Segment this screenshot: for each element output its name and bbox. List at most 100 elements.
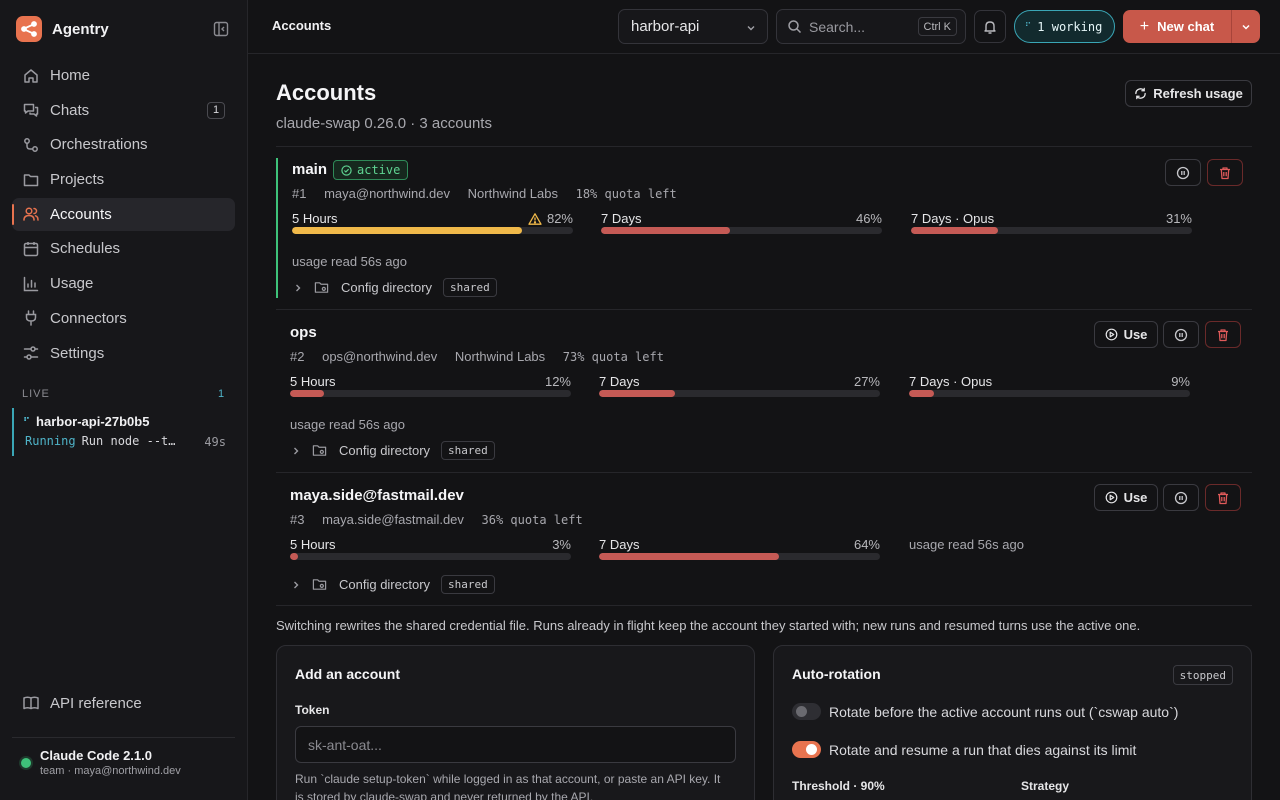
client-version: Claude Code 2.1.0	[40, 748, 152, 763]
token-label: Token	[295, 703, 330, 717]
sidebar-item-accounts[interactable]: Accounts	[12, 197, 235, 231]
new-chat-dropdown-button[interactable]	[1231, 10, 1260, 43]
search-icon	[787, 19, 802, 34]
sidebar-item-label: Usage	[50, 275, 94, 293]
refresh-usage-label: Refresh usage	[1153, 86, 1243, 101]
account-email: maya.side@fastmail.dev	[322, 512, 464, 527]
config-directory-label: Config directory	[339, 443, 431, 458]
chart-icon	[22, 275, 40, 293]
rotate-resume-toggle[interactable]	[792, 741, 821, 758]
sidebar-item-settings[interactable]: Settings	[12, 337, 235, 370]
agentry-logo-icon	[16, 16, 42, 42]
folder-gear-icon	[312, 577, 327, 592]
sidebar-item-connectors[interactable]: Connectors	[12, 302, 235, 335]
chevron-down-icon	[745, 22, 757, 34]
pause-icon	[1174, 328, 1188, 342]
config-directory-toggle[interactable]: Config directory shared	[290, 575, 495, 594]
refresh-usage-button[interactable]: Refresh usage	[1125, 80, 1252, 107]
chevron-right-icon	[290, 445, 302, 457]
pause-button[interactable]	[1163, 484, 1199, 511]
sidebar-item-usage[interactable]: Usage	[12, 267, 235, 300]
pause-button[interactable]	[1165, 159, 1201, 186]
brand[interactable]: Agentry	[16, 16, 109, 42]
usage-read-time: usage read 56s ago	[292, 254, 407, 269]
delete-button[interactable]	[1205, 484, 1241, 511]
config-directory-toggle[interactable]: Config directory shared	[292, 278, 497, 297]
add-account-card: Add an account Token Run `claude setup-t…	[276, 645, 755, 800]
meter-bar	[599, 553, 880, 560]
account-meta: #1 maya@northwind.dev Northwind Labs 18%…	[292, 186, 691, 201]
live-count: 1	[218, 388, 225, 400]
chats-count-badge: 1	[207, 101, 225, 119]
delete-button[interactable]	[1205, 321, 1241, 348]
top-bar: Accounts harbor-api Search... Ctrl K ⠋ 1…	[248, 0, 1280, 54]
divider	[276, 309, 1252, 310]
rotation-status-tag: stopped	[1172, 665, 1233, 685]
new-chat-button[interactable]: + New chat	[1123, 10, 1231, 43]
trash-icon	[1216, 491, 1230, 505]
account-email: ops@northwind.dev	[322, 349, 438, 364]
meter-percent: 27%	[853, 374, 880, 389]
notifications-button[interactable]	[974, 10, 1006, 43]
meter-percent: 12%	[544, 374, 571, 389]
api-reference-link[interactable]: API reference	[22, 694, 142, 712]
sidebar-item-home[interactable]: Home	[12, 59, 235, 92]
account-name: ops	[290, 324, 317, 341]
sidebar-item-label: Connectors	[50, 309, 127, 327]
divider	[276, 472, 1252, 473]
meter-fill	[290, 390, 324, 397]
rotate-resume-option: Rotate and resume a run that dies agains…	[792, 741, 1136, 758]
config-directory-label: Config directory	[339, 577, 431, 592]
add-account-title: Add an account	[295, 666, 401, 682]
sidebar-item-chats[interactable]: Chats 1	[12, 94, 235, 127]
meter-bar	[290, 553, 571, 560]
meter-bar	[292, 227, 573, 234]
refresh-icon	[1134, 87, 1147, 100]
meter-label: 5 Hours	[290, 537, 336, 552]
live-run-item[interactable]: ⠋ harbor-api-27b0b5 Running Run node --t…	[12, 408, 236, 456]
sidebar-item-label: Schedules	[50, 240, 121, 258]
use-account-button[interactable]: Use	[1094, 484, 1158, 511]
live-section-label: LIVE	[22, 388, 50, 400]
divider	[276, 146, 1252, 147]
auto-rotation-title: Auto-rotation	[792, 666, 881, 682]
shared-tag: shared	[441, 441, 495, 460]
meter-bar	[599, 390, 880, 397]
sliders-icon	[22, 344, 40, 362]
use-label: Use	[1123, 490, 1148, 505]
project-select[interactable]: harbor-api	[618, 9, 768, 44]
config-directory-toggle[interactable]: Config directory shared	[290, 441, 495, 460]
delete-button[interactable]	[1207, 159, 1243, 186]
live-run-elapsed: 49s	[204, 435, 226, 449]
working-indicator[interactable]: ⠋ 1 working	[1014, 10, 1115, 43]
pause-button[interactable]	[1163, 321, 1199, 348]
meter-percent: 9%	[1171, 374, 1190, 389]
plug-icon	[22, 309, 40, 327]
project-select-value: harbor-api	[631, 18, 700, 35]
shared-tag: shared	[441, 575, 495, 594]
rotate-before-toggle[interactable]	[792, 703, 821, 720]
sidebar-item-projects[interactable]: Projects	[12, 163, 235, 196]
pause-icon	[1174, 491, 1188, 505]
rotate-before-label: Rotate before the active account runs ou…	[829, 703, 1179, 720]
account-quota: 18% quota left	[575, 187, 677, 201]
token-input[interactable]	[295, 726, 736, 763]
sidebar-divider	[12, 737, 235, 738]
spinner-icon: ⠋	[1024, 21, 1032, 32]
use-account-button[interactable]: Use	[1094, 321, 1158, 348]
folder-icon	[22, 171, 40, 189]
sidebar-item-orchestrations[interactable]: Orchestrations	[12, 128, 235, 161]
meter-percent-value: 82%	[546, 211, 573, 226]
working-label: 1 working	[1037, 19, 1103, 34]
online-status-icon	[21, 758, 31, 768]
trash-icon	[1218, 166, 1232, 180]
collapse-sidebar-icon[interactable]	[212, 20, 230, 38]
account-index: #3	[290, 512, 305, 527]
account-row: ops #2 ops@northwind.dev Northwind Labs …	[276, 321, 1252, 461]
account-email: maya@northwind.dev	[324, 186, 451, 201]
strategy-label: Strategy	[1021, 779, 1070, 793]
search-input[interactable]: Search... Ctrl K	[776, 9, 966, 44]
sidebar-item-schedules[interactable]: Schedules	[12, 232, 235, 265]
spinner-icon: ⠋	[23, 416, 31, 426]
meter-label: 7 Days	[601, 211, 642, 226]
